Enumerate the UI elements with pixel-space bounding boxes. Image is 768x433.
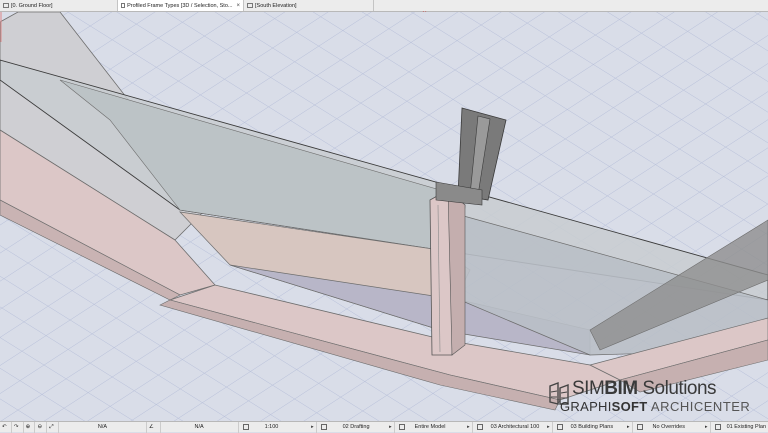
tab-label: [0. Ground Floor] xyxy=(11,2,53,9)
renovation-filter-selector[interactable]: 01 Existing Plan xyxy=(711,422,768,433)
model-view-selector[interactable]: Entire Model ▸ xyxy=(395,421,473,433)
tab-ground-floor[interactable]: [0. Ground Floor] xyxy=(0,0,118,11)
pen-icon xyxy=(476,424,483,430)
brand-name: SIMBIM Solutions xyxy=(572,378,717,399)
graphic-override-selector[interactable]: No Overrides ▸ xyxy=(633,421,711,433)
status-bar: ↶ ↷ ⊕ ⊖ ⤢ N/A ∠ N/A 1:100 ▸ 02 Drafting ▸ … xyxy=(0,421,768,433)
zoom-out-icon[interactable]: ⊖ xyxy=(35,421,48,433)
layers-icon xyxy=(320,424,327,430)
tab-south-elevation[interactable]: [South Elevation] xyxy=(244,0,374,11)
3d-view-icon xyxy=(121,3,126,8)
override-icon xyxy=(636,424,643,430)
floor-plan-icon xyxy=(3,3,9,8)
model-view-icon xyxy=(398,424,405,430)
edge-marker xyxy=(0,12,2,42)
pen-set-selector[interactable]: 03 Architectural 100 ▸ xyxy=(473,421,553,433)
angle-icon[interactable]: ∠ xyxy=(147,421,161,433)
elevation-icon xyxy=(247,3,253,8)
tab-label: Profiled Frame Types [3D / Selection, St… xyxy=(127,2,233,9)
zoom-in-icon[interactable]: ⊕ xyxy=(24,421,36,433)
company-watermark: SIMBIM Solutions GRAPHISOFT ARCHICENTER xyxy=(548,378,758,414)
redo-icon[interactable]: ↷ xyxy=(12,421,24,433)
tab-label: [South Elevation] xyxy=(255,2,297,9)
model-view-options-selector[interactable]: 03 Building Plans ▸ xyxy=(553,421,633,433)
close-icon[interactable]: × xyxy=(236,3,240,9)
layer-combination-selector[interactable]: 02 Drafting ▸ xyxy=(317,421,395,433)
angle-field[interactable]: N/A xyxy=(161,421,239,433)
fit-in-window-icon[interactable]: ⤢ xyxy=(47,421,60,433)
scale-icon xyxy=(242,424,249,430)
mvo-icon xyxy=(556,424,563,430)
3d-viewport[interactable] xyxy=(0,12,768,421)
scale-selector[interactable]: 1:100 ▸ xyxy=(239,421,317,433)
undo-icon[interactable]: ↶ xyxy=(0,421,12,433)
3d-scene xyxy=(0,12,768,421)
renovation-icon xyxy=(714,424,721,430)
zoom-field[interactable]: N/A xyxy=(59,421,147,433)
tab-3d-profiled-frames[interactable]: Profiled Frame Types [3D / Selection, St… xyxy=(118,0,244,11)
tab-bar: [0. Ground Floor] Profiled Frame Types [… xyxy=(0,0,768,12)
brand-subtitle: GRAPHISOFT ARCHICENTER xyxy=(560,399,751,414)
